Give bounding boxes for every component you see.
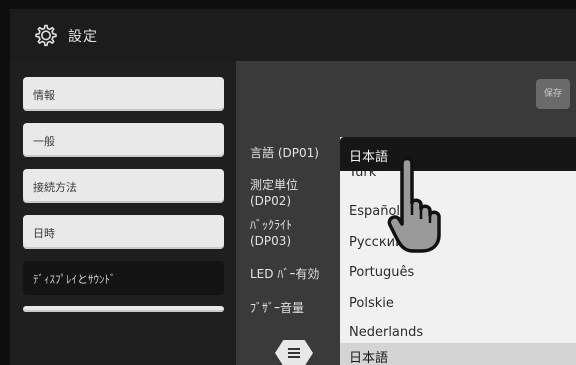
sidebar-item-general[interactable]: 一般 [23, 123, 224, 157]
language-selected-value[interactable]: 日本語 [340, 137, 576, 171]
device-frame: 設定 情報 一般 接続方法 日時 ﾃﾞｨｽﾌﾟﾚｲとｻｳﾝﾄﾞ 保存 言語 (D… [0, 0, 576, 365]
language-option-japanese[interactable]: 日本語 [340, 343, 576, 365]
setting-language-label: 言語 (DP01) [250, 146, 319, 160]
sidebar-item-datetime[interactable]: 日時 [23, 215, 224, 249]
menu-icon-line [288, 352, 300, 354]
menu-icon [288, 348, 300, 350]
setting-led-bar-label: LED ﾊﾞｰ有効 [250, 267, 320, 281]
setting-backlight-label: ﾊﾞｯｸﾗｲﾄ (DP03) [250, 218, 293, 248]
sidebar-item-partial[interactable] [23, 306, 224, 312]
setting-buzzer-label: ﾌﾞｻﾞｰ音量 [250, 301, 305, 315]
language-option-nederlands[interactable]: Nederlands [349, 325, 423, 341]
settings-sidebar: 情報 一般 接続方法 日時 ﾃﾞｨｽﾌﾟﾚｲとｻｳﾝﾄﾞ [10, 61, 236, 365]
save-button[interactable]: 保存 [536, 79, 570, 109]
language-option-polskie[interactable]: Polskie [349, 296, 394, 312]
page-title: 設定 [68, 29, 98, 45]
settings-screen: 設定 情報 一般 接続方法 日時 ﾃﾞｨｽﾌﾟﾚｲとｻｳﾝﾄﾞ 保存 言語 (D… [10, 9, 576, 365]
menu-icon-line [288, 356, 300, 358]
setting-units-label: 測定単位 (DP02) [250, 178, 299, 208]
gear-icon [35, 24, 57, 47]
language-option-portugues[interactable]: Português [349, 265, 414, 281]
sidebar-item-display-sound[interactable]: ﾃﾞｨｽﾌﾟﾚｲとｻｳﾝﾄﾞ [23, 261, 224, 295]
sidebar-item-connection[interactable]: 接続方法 [23, 169, 224, 203]
language-dropdown[interactable]: Türk Español Русский Português Polskie N… [340, 137, 576, 365]
hand-pointer-icon [387, 156, 441, 253]
header-bar: 設定 [10, 9, 576, 61]
sidebar-item-info[interactable]: 情報 [23, 77, 224, 111]
